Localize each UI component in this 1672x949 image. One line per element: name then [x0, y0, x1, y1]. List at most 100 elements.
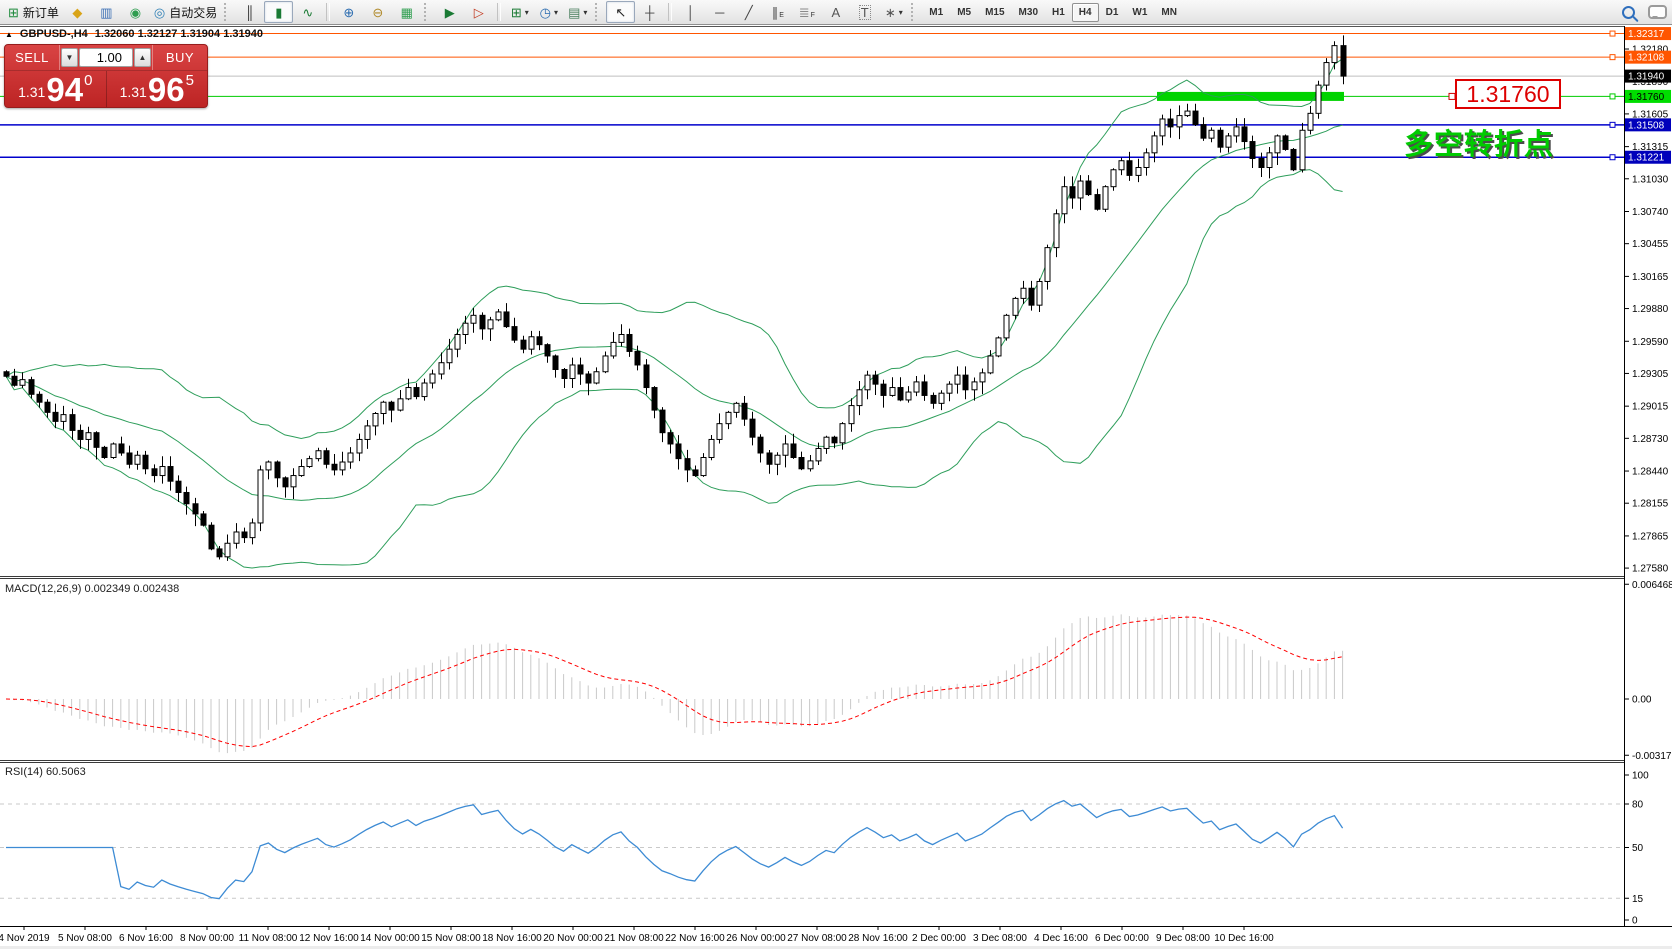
toolbar-grip[interactable] — [224, 3, 230, 21]
arrows-button[interactable]: ∗▾ — [879, 1, 908, 23]
svg-text:1.31940: 1.31940 — [1628, 72, 1665, 83]
fibonacci-button[interactable]: ≣F — [792, 1, 821, 23]
svg-text:9 Dec 08:00: 9 Dec 08:00 — [1156, 933, 1210, 944]
new-order-icon: ⊞ — [8, 6, 19, 19]
auto-scroll-button[interactable]: ▶ — [435, 1, 464, 23]
icon-sub-label: E — [779, 12, 784, 19]
timeframe-mn-button[interactable]: MN — [1154, 3, 1184, 22]
chat-icon — [1648, 5, 1667, 19]
svg-text:1.31508: 1.31508 — [1628, 120, 1665, 131]
auto-scroll-icon: ▶ — [445, 6, 455, 19]
svg-text:6 Nov 16:00: 6 Nov 16:00 — [119, 933, 173, 944]
sell-price-base: 1.31 — [18, 84, 45, 100]
buy-price-pips: 96 — [148, 75, 185, 104]
svg-text:1.29880: 1.29880 — [1632, 304, 1669, 315]
chat-button[interactable] — [1643, 1, 1672, 23]
chart-shift-button[interactable]: ▷ — [464, 1, 493, 23]
svg-text:1.31760: 1.31760 — [1628, 92, 1665, 103]
symbol-period-label: GBPUSD-,H4 — [20, 28, 88, 40]
search-button[interactable] — [1614, 1, 1643, 23]
sell-button[interactable]: SELL — [5, 45, 60, 70]
svg-text:14 Nov 00:00: 14 Nov 00:00 — [360, 933, 420, 944]
new-order-button[interactable]: ⊞ 新订单 — [4, 1, 63, 23]
buy-price-base: 1.31 — [120, 84, 147, 100]
timeframe-m30-button[interactable]: M30 — [1012, 3, 1045, 22]
svg-text:15: 15 — [1632, 894, 1644, 905]
equidistant-channel-button[interactable]: ∥E — [763, 1, 792, 23]
timeframe-m15-button[interactable]: M15 — [978, 3, 1011, 22]
zoom-in-button[interactable]: ⊕ — [334, 1, 363, 23]
svg-text:12 Nov 16:00: 12 Nov 16:00 — [299, 933, 359, 944]
candlestick-icon: ▮ — [275, 6, 282, 19]
text-label-button[interactable]: T — [850, 1, 879, 23]
dropdown-caret-icon[interactable]: ▾ — [525, 8, 529, 17]
timeframe-h1-button[interactable]: H1 — [1045, 3, 1072, 22]
svg-text:1.29015: 1.29015 — [1632, 402, 1669, 413]
toolbar-grip[interactable] — [595, 3, 601, 21]
svg-text:6 Dec 00:00: 6 Dec 00:00 — [1095, 933, 1149, 944]
crosshair-button[interactable]: ┼ — [635, 1, 664, 23]
svg-text:11 Nov 08:00: 11 Nov 08:00 — [239, 933, 298, 944]
chart-window-button[interactable]: ▥ — [92, 1, 121, 23]
toolbar-separator — [497, 3, 501, 21]
svg-text:0.00: 0.00 — [1632, 695, 1652, 706]
dropdown-caret-icon[interactable]: ▾ — [899, 8, 903, 17]
one-click-toggle-icon[interactable]: ▲ — [5, 30, 13, 39]
trendline-button[interactable]: ╱ — [734, 1, 763, 23]
tile-windows-button[interactable]: ▦ — [392, 1, 421, 23]
add-indicator-icon: ⊞ — [511, 6, 522, 19]
new-order-button-label: 新订单 — [23, 4, 59, 21]
buy-price[interactable]: 1.31 96 5 — [107, 71, 208, 107]
line-chart-button[interactable]: ∿ — [293, 1, 322, 23]
crosshair-icon: ┼ — [645, 6, 654, 19]
templates-button[interactable]: ▤▾ — [563, 1, 592, 23]
volume-decrease-button[interactable]: ▼ — [61, 48, 78, 67]
timeframe-m1-button[interactable]: M1 — [922, 3, 950, 22]
toolbar-grip[interactable] — [424, 3, 430, 21]
autotrade-button[interactable]: ◎自动交易 — [150, 1, 221, 23]
timeframe-m5-button[interactable]: M5 — [950, 3, 978, 22]
zoom-out-button[interactable]: ⊖ — [363, 1, 392, 23]
chart-canvas[interactable]: 1.321801.318901.316051.313151.310301.307… — [0, 26, 1672, 949]
svg-text:28 Nov 16:00: 28 Nov 16:00 — [848, 933, 908, 944]
signals-button[interactable]: ◉ — [121, 1, 150, 23]
periods-button[interactable]: ◷▾ — [534, 1, 563, 23]
svg-text:80: 80 — [1632, 800, 1644, 811]
price-level-callout[interactable]: 1.31760 — [1455, 79, 1561, 109]
text-button[interactable]: A — [821, 1, 850, 23]
svg-text:20 Nov 00:00: 20 Nov 00:00 — [543, 933, 603, 944]
svg-text:4 Nov 2019: 4 Nov 2019 — [0, 933, 50, 944]
fibonacci-icon: ≣ — [799, 6, 810, 19]
svg-text:1.31221: 1.31221 — [1628, 153, 1665, 164]
toolbar-grip[interactable] — [911, 3, 917, 21]
timeframe-h4-button[interactable]: H4 — [1072, 3, 1099, 22]
rsi-indicator-label: RSI(14) 60.5063 — [5, 766, 86, 778]
buy-button[interactable]: BUY — [152, 45, 207, 70]
dropdown-caret-icon[interactable]: ▾ — [554, 8, 558, 17]
candlestick-button[interactable]: ▮ — [264, 1, 293, 23]
dropdown-caret-icon[interactable]: ▾ — [583, 8, 587, 17]
horizontal-line-button[interactable]: ─ — [705, 1, 734, 23]
sell-price[interactable]: 1.31 94 0 — [5, 71, 107, 107]
svg-text:0: 0 — [1632, 916, 1638, 927]
volume-input[interactable]: 1.00 — [79, 48, 133, 67]
svg-text:1.28730: 1.28730 — [1632, 434, 1669, 445]
svg-text:1.28440: 1.28440 — [1632, 467, 1669, 478]
svg-text:10 Dec 16:00: 10 Dec 16:00 — [1214, 933, 1274, 944]
trendline-icon: ╱ — [745, 6, 753, 19]
turning-point-annotation[interactable]: 多空转折点 — [1404, 121, 1554, 163]
icon-sub-label: F — [811, 12, 815, 19]
timeframe-w1-button[interactable]: W1 — [1125, 3, 1154, 22]
indicators-button[interactable]: ⊞▾ — [505, 1, 534, 23]
tile-windows-icon: ▦ — [401, 6, 413, 19]
ohlc-values: 1.32060 1.32127 1.31904 1.31940 — [95, 28, 263, 40]
svg-text:5 Nov 08:00: 5 Nov 08:00 — [58, 933, 112, 944]
vertical-line-button[interactable]: │ — [676, 1, 705, 23]
svg-text:18 Nov 16:00: 18 Nov 16:00 — [482, 933, 542, 944]
bar-chart-button[interactable]: ║ — [235, 1, 264, 23]
mt4-window: ⊞新订单◆▥◉◎自动交易║▮∿⊕⊖▦▶▷⊞▾◷▾▤▾↖┼│─╱∥E≣FAT∗▾M… — [0, 0, 1672, 949]
quotes-button[interactable]: ◆ — [63, 1, 92, 23]
volume-increase-button[interactable]: ▲ — [134, 48, 151, 67]
cursor-button[interactable]: ↖ — [606, 1, 635, 23]
timeframe-d1-button[interactable]: D1 — [1099, 3, 1126, 22]
